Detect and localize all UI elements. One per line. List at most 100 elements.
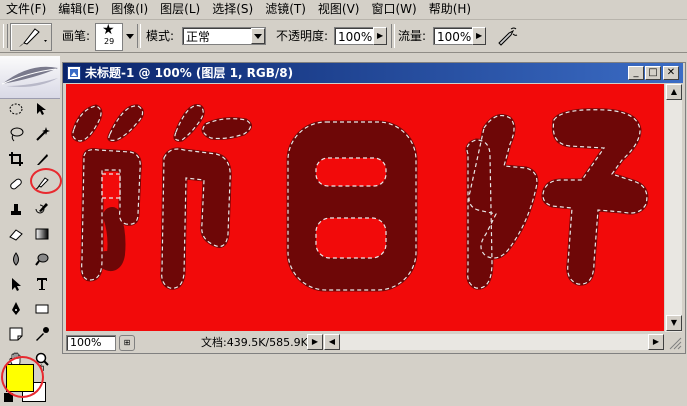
menu-filter[interactable]: 滤镜(T) [259,0,312,19]
brush-picker[interactable]: ★ 29 [95,22,123,51]
eyedropper-tool[interactable] [31,323,53,345]
horizontal-scrollbar[interactable] [324,334,648,350]
menu-edit[interactable]: 编辑(E) [52,0,105,19]
separator [137,24,141,48]
type-tool[interactable] [31,273,53,295]
move-icon [37,103,46,115]
airbrush-button[interactable] [495,25,519,47]
menu-layer[interactable]: 图层(L) [154,0,206,19]
arrow-up-icon: ▲ [670,87,678,96]
gradient-icon [35,228,49,240]
close-button[interactable]: ✕ [663,66,679,80]
scroll-down-button[interactable]: ▼ [666,315,682,331]
mode-dropdown-button[interactable] [251,28,265,44]
close-icon: ✕ [666,67,676,78]
document-title: 未标题-1 @ 100% (图层 1, RGB/8) [85,66,294,80]
status-menu-icon[interactable]: ⊞ [119,335,135,351]
status-menu-button[interactable]: ▶ [307,334,323,350]
marquee-tool[interactable] [5,98,27,120]
slice-icon [37,154,48,165]
triangle-right-icon: ▶ [377,31,384,40]
menu-select[interactable]: 选择(S) [206,0,259,19]
lasso-icon [10,127,24,142]
tool-grid [5,98,55,370]
scroll-up-button[interactable]: ▲ [666,84,682,100]
clone-stamp-icon [11,204,21,215]
brush-tool-highlight [30,168,62,194]
minimize-icon: _ [633,67,639,78]
notes-tool[interactable] [5,323,27,345]
crop-icon [9,152,23,166]
triangle-right-icon: ▶ [476,31,483,40]
dodge-tool[interactable] [31,248,53,270]
move-tool[interactable] [31,98,53,120]
brush-dropdown-icon[interactable] [126,34,134,39]
airbrush-icon [498,27,518,46]
maximize-icon: □ [648,67,658,78]
menu-file[interactable]: 文件(F) [0,0,52,19]
minimize-button[interactable]: _ [628,66,644,80]
color-swatch-highlight [1,356,44,398]
eraser-icon [9,229,23,241]
rectangle-tool[interactable] [31,298,53,320]
arrow-left-icon: ◀ [328,337,336,346]
document-info: 文档:439.5K/585.9K [201,336,308,349]
path-select-icon [12,278,21,291]
brush-icon [19,28,47,47]
clone-stamp-tool[interactable] [5,198,27,220]
path-select-tool[interactable] [5,273,27,295]
image-canvas[interactable] [66,84,664,331]
gradient-tool[interactable] [31,223,53,245]
healing-brush-tool[interactable] [5,173,27,195]
type-icon [37,278,47,290]
notes-icon [9,327,23,341]
magic-wand-icon [36,127,50,141]
opacity-slider-button[interactable]: ▶ [373,27,387,45]
feather-logo[interactable] [0,56,60,99]
menu-help[interactable]: 帮助(H) [423,0,477,19]
magic-wand-tool[interactable] [31,123,53,145]
menu-bar: 文件(F) 编辑(E) 图像(I) 图层(L) 选择(S) 滤镜(T) 视图(V… [0,0,687,20]
scroll-left-button[interactable]: ◀ [324,334,340,350]
brush-label: 画笔: [62,29,91,43]
menu-image[interactable]: 图像(I) [105,0,154,19]
menu-window[interactable]: 窗口(W) [365,0,422,19]
glyph-ri [286,120,418,292]
scroll-right-button[interactable]: ▶ [648,334,664,350]
star-brush-icon: ★ [102,22,115,38]
opacity-label: 不透明度: [276,29,329,43]
menu-view[interactable]: 视图(V) [312,0,366,19]
arrow-down-icon: ▼ [670,318,678,327]
resize-grip[interactable] [666,334,682,350]
crop-tool[interactable] [5,148,27,170]
pen-tool[interactable] [5,298,27,320]
maximize-button[interactable]: □ [645,66,661,80]
vertical-scrollbar[interactable] [665,84,682,332]
eraser-tool[interactable] [5,223,27,245]
flow-input[interactable]: 100% [433,27,473,45]
pen-icon [12,302,20,315]
opacity-input[interactable]: 100% [334,27,374,45]
history-brush-tool[interactable] [31,198,53,220]
brush-size: 29 [104,37,115,46]
blur-tool[interactable] [5,248,27,270]
slice-tool[interactable] [31,148,53,170]
flow-slider-button[interactable]: ▶ [472,27,486,45]
document-icon [67,66,81,80]
lasso-tool[interactable] [5,123,27,145]
flow-label: 流量: [398,29,427,43]
separator [391,24,395,48]
resize-grip-icon [669,337,682,350]
eyedropper-icon [36,327,49,341]
history-brush-icon [35,203,48,214]
arrow-right-icon: ▶ [652,337,660,346]
dodge-icon [35,253,49,266]
tool-preset-picker[interactable] [10,23,52,51]
feather-icon [1,66,58,87]
rectangle-icon [35,304,49,314]
mode-value: 正常 [186,30,211,44]
blur-icon [13,252,19,266]
zoom-field[interactable]: 100% [66,335,116,351]
options-bar-grip[interactable] [3,24,8,48]
canvas-art [66,84,664,331]
